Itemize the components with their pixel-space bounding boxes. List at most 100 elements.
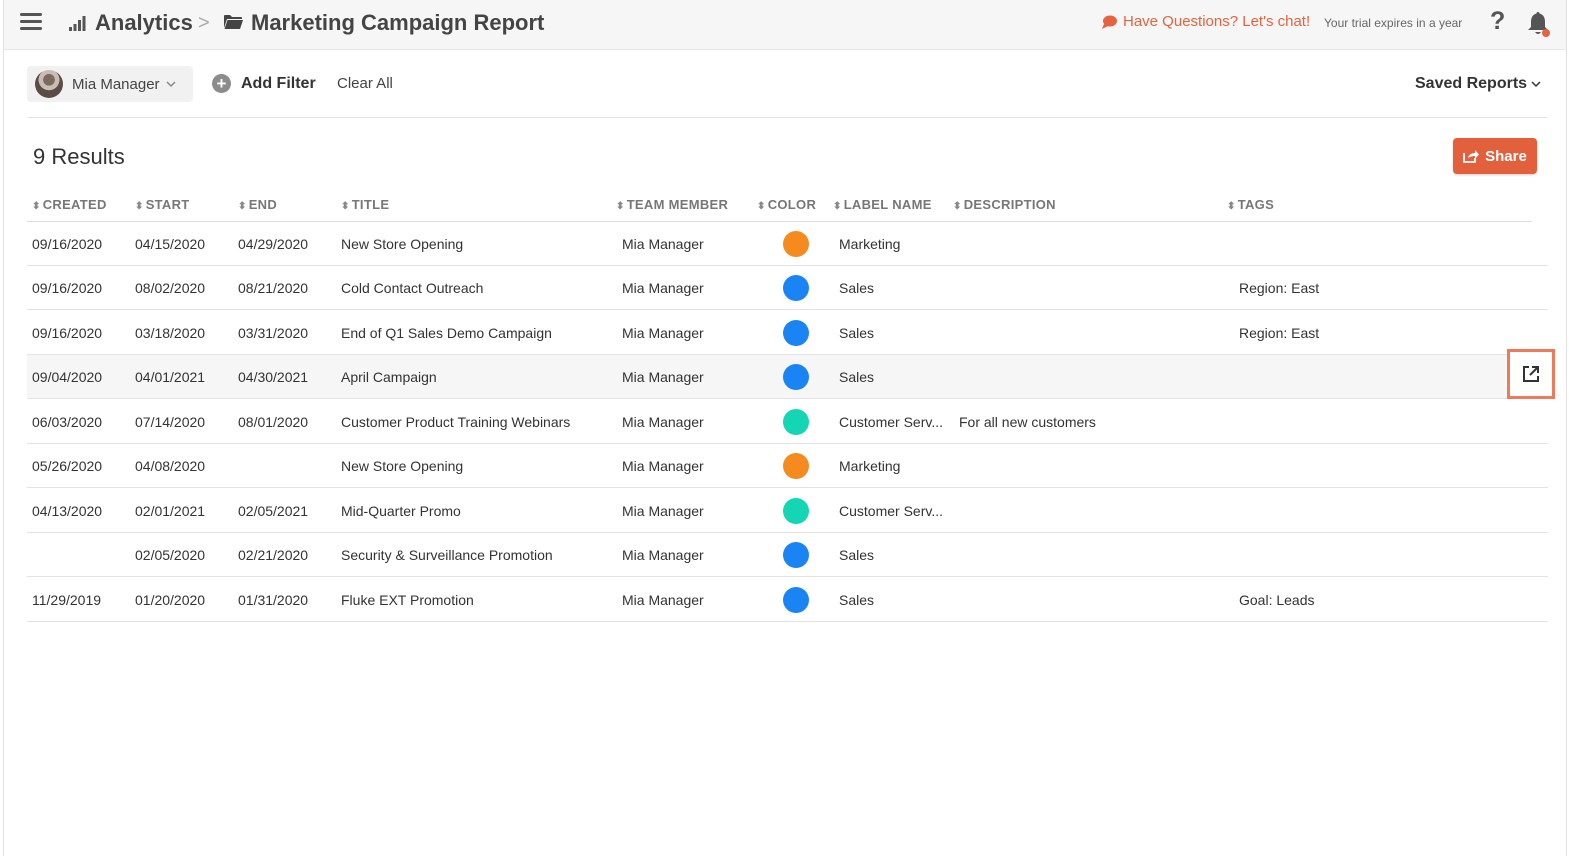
add-filter-button[interactable]: + Add Filter bbox=[212, 74, 316, 93]
column-header-label-name[interactable]: ⬍ LABEL NAME bbox=[833, 197, 932, 212]
chevron-down-icon bbox=[166, 81, 176, 88]
table-row[interactable]: 04/13/2020 02/01/2021 02/05/2021 Mid-Qua… bbox=[27, 489, 1548, 533]
cell-created: 04/13/2020 bbox=[32, 503, 103, 519]
table-row[interactable]: 05/26/2020 04/08/2020 New Store Opening … bbox=[27, 444, 1548, 488]
column-header-created[interactable]: ⬍ CREATED bbox=[32, 197, 107, 212]
page-title: Marketing Campaign Report bbox=[251, 10, 545, 35]
share-button[interactable]: Share bbox=[1453, 138, 1537, 174]
sort-icon: ⬍ bbox=[32, 201, 41, 212]
cell-title: Security & Surveillance Promotion bbox=[341, 547, 553, 563]
column-header-color[interactable]: ⬍ COLOR bbox=[757, 197, 816, 212]
cell-end: 08/01/2020 bbox=[238, 414, 309, 430]
bar-chart-icon bbox=[69, 16, 86, 31]
plus-circle-icon: + bbox=[212, 74, 231, 93]
table-row[interactable]: 02/05/2020 02/21/2020 Security & Surveil… bbox=[27, 533, 1548, 577]
cell-created: 06/03/2020 bbox=[32, 414, 103, 430]
column-header-tags[interactable]: ⬍ TAGS bbox=[1227, 197, 1274, 212]
color-swatch bbox=[783, 275, 809, 301]
chat-link-label: Have Questions? Let's chat! bbox=[1123, 13, 1311, 30]
cell-end: 02/21/2020 bbox=[238, 547, 309, 563]
cell-team-member: Mia Manager bbox=[622, 325, 704, 341]
cell-start: 08/02/2020 bbox=[135, 280, 206, 296]
cell-label-name: Sales bbox=[839, 280, 875, 296]
open-item-button[interactable] bbox=[1507, 349, 1555, 399]
table-row[interactable]: 09/16/2020 08/02/2020 08/21/2020 Cold Co… bbox=[27, 266, 1548, 310]
divider bbox=[27, 117, 1547, 118]
sort-icon: ⬍ bbox=[341, 201, 350, 212]
table-header: ⬍ CREATED ⬍ START ⬍ END ⬍ TITLE ⬍ TEAM MEMBER… bbox=[27, 190, 1532, 222]
cell-title: Customer Product Training Webinars bbox=[341, 414, 571, 430]
cell-team-member: Mia Manager bbox=[622, 592, 704, 608]
cell-start: 02/05/2020 bbox=[135, 547, 206, 563]
column-header-title[interactable]: ⬍ TITLE bbox=[341, 197, 389, 212]
cell-team-member: Mia Manager bbox=[622, 547, 704, 563]
column-header-team-member[interactable]: ⬍ TEAM MEMBER bbox=[616, 197, 728, 212]
chevron-down-icon bbox=[1531, 81, 1541, 88]
cell-team-member: Mia Manager bbox=[622, 369, 704, 385]
color-swatch bbox=[783, 587, 809, 613]
bell-icon[interactable] bbox=[1526, 10, 1550, 38]
top-bar: Analytics > Marketing Campaign Report Ha… bbox=[4, 0, 1566, 50]
color-swatch bbox=[783, 453, 809, 479]
cell-label-name: Sales bbox=[839, 592, 875, 608]
cell-label-name: Sales bbox=[839, 547, 875, 563]
chat-link[interactable]: Have Questions? Let's chat! bbox=[1102, 13, 1310, 30]
table-row[interactable]: 06/03/2020 07/14/2020 08/01/2020 Custome… bbox=[27, 400, 1548, 444]
table-row[interactable]: 09/16/2020 03/18/2020 03/31/2020 End of … bbox=[27, 311, 1548, 355]
share-icon bbox=[1463, 150, 1480, 163]
color-swatch bbox=[783, 409, 809, 435]
color-swatch bbox=[783, 364, 809, 390]
cell-start: 01/20/2020 bbox=[135, 592, 206, 608]
team-member-filter[interactable]: Mia Manager bbox=[27, 66, 193, 102]
cell-tags: Goal: Leads bbox=[1239, 592, 1315, 608]
cell-team-member: Mia Manager bbox=[622, 280, 704, 296]
saved-reports-dropdown[interactable]: Saved Reports bbox=[1415, 75, 1541, 93]
cell-end: 08/21/2020 bbox=[238, 280, 309, 296]
column-header-start[interactable]: ⬍ START bbox=[135, 197, 190, 212]
trial-notice: Your trial expires in a year bbox=[1324, 16, 1463, 30]
cell-start: 04/01/2021 bbox=[135, 369, 206, 385]
cell-end: 01/31/2020 bbox=[238, 592, 309, 608]
cell-description: For all new customers bbox=[959, 414, 1096, 430]
cell-created: 09/16/2020 bbox=[32, 280, 103, 296]
cell-title: New Store Opening bbox=[341, 236, 464, 252]
cell-created: 05/26/2020 bbox=[32, 458, 103, 474]
app-frame: Analytics > Marketing Campaign Report Ha… bbox=[3, 0, 1567, 856]
cell-title: Cold Contact Outreach bbox=[341, 280, 484, 296]
cell-team-member: Mia Manager bbox=[622, 414, 704, 430]
table-row-selected[interactable]: 09/04/2020 04/01/2021 04/30/2021 April C… bbox=[27, 349, 1555, 399]
cell-label-name: Customer Serv... bbox=[839, 414, 943, 430]
sort-icon: ⬍ bbox=[953, 201, 962, 212]
team-member-filter-label: Mia Manager bbox=[72, 75, 160, 93]
cell-title: End of Q1 Sales Demo Campaign bbox=[341, 325, 552, 341]
clear-all-button[interactable]: Clear All bbox=[337, 75, 393, 92]
breadcrumb-separator: > bbox=[198, 12, 210, 34]
cell-created: 09/04/2020 bbox=[32, 369, 103, 385]
cell-start: 02/01/2021 bbox=[135, 503, 206, 519]
sort-icon: ⬍ bbox=[757, 201, 766, 212]
table-row[interactable]: 09/16/2020 04/15/2020 04/29/2020 New Sto… bbox=[27, 222, 1548, 266]
cell-team-member: Mia Manager bbox=[622, 236, 704, 252]
sort-icon: ⬍ bbox=[833, 201, 842, 212]
column-header-end[interactable]: ⬍ END bbox=[238, 197, 277, 212]
add-filter-label: Add Filter bbox=[241, 74, 316, 92]
sort-icon: ⬍ bbox=[135, 201, 144, 212]
cell-end: 04/30/2021 bbox=[238, 369, 309, 385]
cell-end: 03/31/2020 bbox=[238, 325, 309, 341]
color-swatch bbox=[783, 498, 809, 524]
menu-icon[interactable] bbox=[20, 13, 42, 31]
help-icon[interactable]: ? bbox=[1490, 7, 1505, 36]
sort-icon: ⬍ bbox=[1227, 201, 1236, 212]
breadcrumb-analytics[interactable]: Analytics bbox=[95, 10, 193, 36]
cell-title: Fluke EXT Promotion bbox=[341, 592, 474, 608]
saved-reports-label: Saved Reports bbox=[1415, 75, 1528, 92]
cell-start: 04/15/2020 bbox=[135, 236, 206, 252]
folder-icon bbox=[224, 15, 243, 29]
cell-team-member: Mia Manager bbox=[622, 503, 704, 519]
column-header-description[interactable]: ⬍ DESCRIPTION bbox=[953, 197, 1056, 212]
cell-label-name: Marketing bbox=[839, 236, 901, 252]
cell-created: 11/29/2019 bbox=[32, 592, 102, 608]
cell-tags: Region: East bbox=[1239, 325, 1320, 341]
table-row[interactable]: 11/29/2019 01/20/2020 01/31/2020 Fluke E… bbox=[27, 578, 1548, 622]
cell-start: 07/14/2020 bbox=[135, 414, 206, 430]
